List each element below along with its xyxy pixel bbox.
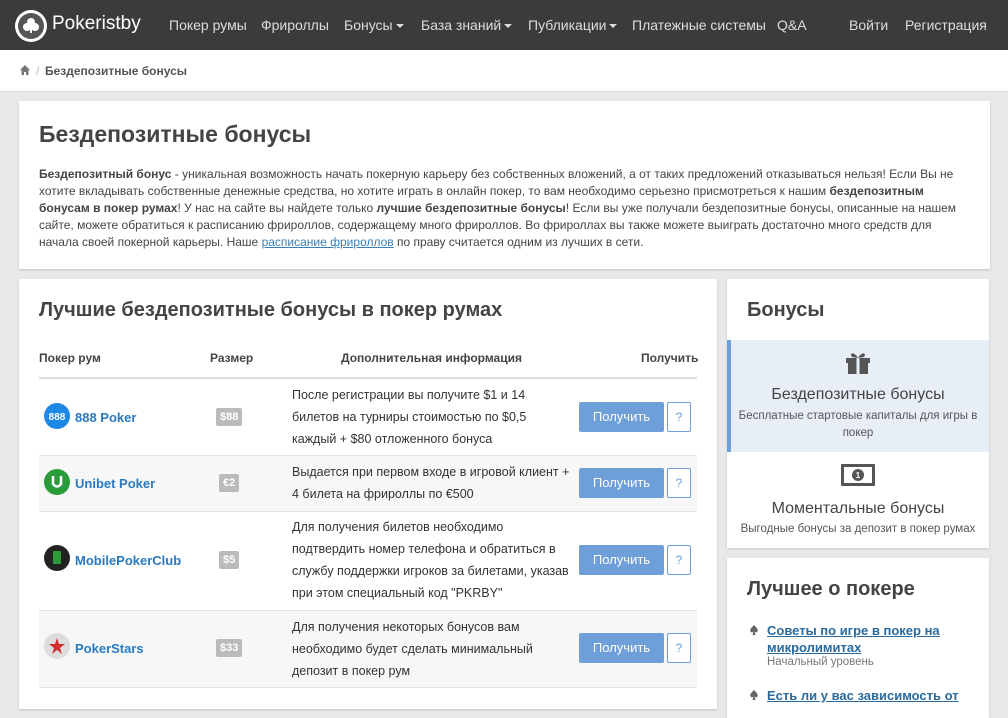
size-badge: €2 (219, 474, 240, 492)
svg-text:888: 888 (49, 412, 66, 423)
room-name-link[interactable]: MobilePokerClub (75, 553, 181, 568)
sidebar-item-title: Бездепозитные бонусы (771, 386, 945, 403)
sidebar-bonuses-card: Бонусы Бездепозитные бонусы Бесплатные с… (727, 279, 989, 548)
nav-knowledge-label: База знаний (421, 17, 502, 33)
breadcrumb-separator: / (36, 64, 40, 78)
mobilepokerclub-logo (45, 546, 69, 570)
help-button[interactable]: ? (667, 633, 691, 663)
888-logo: 888 (45, 404, 69, 428)
caret-down-icon (609, 24, 618, 29)
brand-name[interactable]: Pokeristby (52, 13, 141, 35)
size-badge: $88 (216, 408, 243, 426)
size-badge: $33 (216, 639, 243, 657)
room-name-link[interactable]: 888 Poker (75, 410, 136, 425)
top-navbar: Pokeristby Покер румы Фрироллы Бонусы Ба… (0, 0, 1008, 50)
table-row: 888 888 Poker $88 После регистрации вы п… (39, 379, 697, 456)
th-size: Размер (210, 351, 254, 365)
sidebar-bonuses-title: Бонусы (747, 299, 825, 321)
best-poker-title: Лучшее о покере (747, 578, 915, 600)
nav-knowledge[interactable]: База знаний (421, 17, 513, 33)
unibet-logo-icon (44, 469, 70, 495)
room-name-link[interactable]: Unibet Poker (75, 476, 155, 491)
nav-login[interactable]: Войти (849, 17, 888, 33)
club-logo-icon[interactable] (15, 10, 47, 42)
bonus-info: После регистрации вы получите $1 и 14 би… (292, 388, 527, 446)
bonus-info: Для получения билетов необходимо подтвер… (292, 520, 569, 600)
breadcrumb-current: Бездепозитные бонусы (45, 64, 187, 78)
spade-icon (750, 690, 758, 700)
sidebar-item-instant[interactable]: 1 Моментальные бонусы Выгодные бонусы за… (727, 452, 989, 548)
sidebar-item-desc: Выгодные бонусы за депозит в покер румах (740, 523, 976, 535)
nav-bonuses[interactable]: Бонусы (344, 17, 404, 33)
nav-register[interactable]: Регистрация (905, 17, 987, 33)
breadcrumb: / Бездепозитные бонусы (0, 50, 1008, 92)
best-bonuses-title: Лучшие бездепозитные бонусы в покер рума… (39, 299, 503, 321)
help-button[interactable]: ? (667, 545, 691, 575)
intro-card: Бездепозитные бонусы Бездепозитный бонус… (19, 101, 990, 269)
get-bonus-button[interactable]: Получить (579, 468, 664, 498)
intro-text: Бездепозитный бонус - уникальная возможн… (39, 166, 971, 251)
unibet-logo (45, 470, 69, 494)
get-bonus-button[interactable]: Получить (579, 633, 664, 663)
table-row: MobilePokerClub $5 Для получения билетов… (39, 512, 697, 611)
bonus-info: Для получения некоторых бонусов вам необ… (292, 620, 533, 678)
get-bonus-button[interactable]: Получить (579, 402, 664, 432)
size-badge: $5 (219, 551, 240, 569)
page-title: Бездепозитные бонусы (39, 121, 312, 147)
intro-bold-3: лучшие бездепозитные бонусы (376, 201, 566, 215)
bonus-info: Выдается при первом входе в игровой клие… (292, 465, 570, 501)
room-name-link[interactable]: PokerStars (75, 641, 144, 656)
best-poker-link[interactable]: Советы по игре в покер на микролимитах (767, 622, 967, 656)
gift-icon (846, 353, 870, 374)
help-button[interactable]: ? (667, 468, 691, 498)
sidebar-item-no-deposit[interactable]: Бездепозитные бонусы Бесплатные стартовы… (727, 340, 989, 452)
nav-freerolls[interactable]: Фрироллы (261, 17, 329, 33)
th-get: Получить (641, 351, 699, 365)
caret-down-icon (504, 24, 513, 29)
nav-payments[interactable]: Платежные системы (632, 17, 766, 33)
home-icon[interactable] (20, 65, 30, 75)
mobilepokerclub-logo-icon (44, 545, 70, 571)
nav-publications-label: Публикации (528, 17, 607, 33)
nav-poker-rooms[interactable]: Покер румы (169, 17, 247, 33)
sidebar-item-desc: Бесплатные стартовые капиталы для игры в… (738, 410, 978, 439)
table-row: PokerStars $33 Для получения некоторых б… (39, 611, 697, 688)
nav-publications[interactable]: Публикации (528, 17, 618, 33)
intro-text-4: по праву считается одним из лучших в сет… (393, 235, 644, 249)
intro-bold-1: Бездепозитный бонус (39, 167, 172, 181)
sidebar-item-title: Моментальные бонусы (771, 500, 945, 517)
pokerstars-logo (45, 634, 69, 658)
money-icon: 1 (841, 464, 875, 486)
th-info: Дополнительная информация (341, 351, 522, 365)
intro-text-2: ! У нас на сайте вы найдете только (177, 201, 377, 215)
help-button[interactable]: ? (667, 402, 691, 432)
best-poker-level: Начальный уровень (767, 656, 874, 668)
table-row: Unibet Poker €2 Выдается при первом вход… (39, 456, 697, 512)
best-poker-link[interactable]: Есть ли у вас зависимость от (767, 687, 967, 704)
best-bonuses-card: Лучшие бездепозитные бонусы в покер рума… (19, 279, 717, 709)
sidebar-best-poker-card: Лучшее о покере Советы по игре в покер н… (727, 558, 989, 718)
freeroll-schedule-link[interactable]: расписание фрироллов (262, 235, 394, 249)
caret-down-icon (395, 24, 404, 29)
pokerstars-logo-icon (44, 633, 70, 659)
888-poker-logo-icon: 888 (44, 403, 70, 429)
th-room: Покер рум (39, 351, 101, 365)
club-icon (23, 18, 39, 33)
nav-bonuses-label: Бонусы (344, 17, 393, 33)
intro-text-1: - уникальная возможность начать покерную… (39, 167, 954, 198)
nav-qa[interactable]: Q&A (777, 17, 807, 33)
spade-icon (750, 625, 758, 635)
get-bonus-button[interactable]: Получить (579, 545, 664, 575)
svg-text:1: 1 (856, 471, 861, 480)
